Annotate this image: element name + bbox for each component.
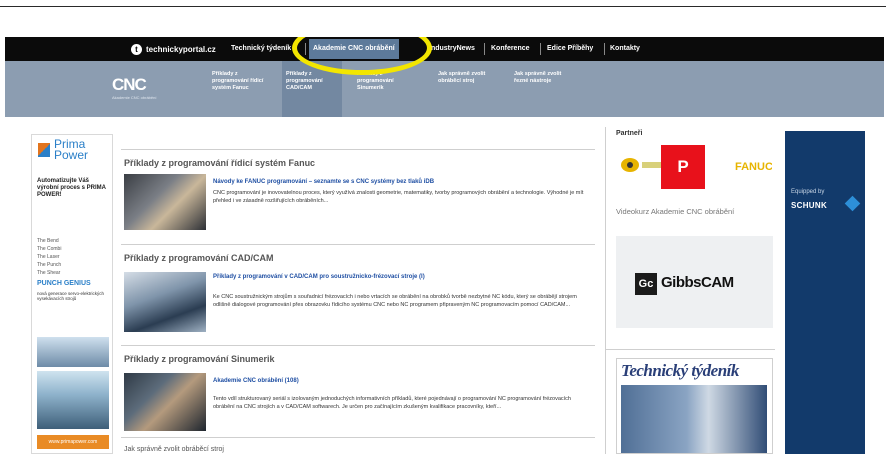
nav-industrynews[interactable]: IndustryNews bbox=[429, 42, 475, 56]
partner-logo-text: FANUC bbox=[735, 161, 772, 173]
ad-product-list: The Bend The Combi The Laser The Punch T… bbox=[37, 237, 61, 277]
nav-technicky-tydenik[interactable]: Technický týdeník bbox=[231, 42, 291, 56]
ad-factory-photo bbox=[37, 371, 109, 429]
subnav-fanuc[interactable]: Příklady z programování řídicí systém Fa… bbox=[212, 71, 272, 92]
portal-logo-icon: t bbox=[131, 43, 142, 55]
portal-brand-link[interactable]: t technickyportal.cz bbox=[131, 42, 216, 56]
technicky-tydenik-title: Technický týdeník bbox=[621, 361, 739, 380]
nav-separator bbox=[540, 43, 541, 55]
prima-power-ad[interactable]: Prima Power Automatizujte Váš výrobní pr… bbox=[31, 134, 113, 454]
nav-kontakty[interactable]: Kontakty bbox=[610, 42, 640, 56]
sidebar-divider bbox=[605, 127, 606, 454]
gibbscam-banner[interactable]: Gc GibbsCAM bbox=[616, 236, 773, 328]
ad-product: The Combi bbox=[37, 246, 62, 252]
ad-punch-title: PUNCH GENIUS bbox=[37, 280, 91, 287]
ad-punch-subtitle: nová generace servo-elektrických vysekáv… bbox=[37, 291, 105, 301]
article-title-link[interactable]: Návody ke FANUC programování – seznamte … bbox=[213, 179, 434, 185]
section-divider bbox=[121, 149, 595, 150]
ad-product: The Shear bbox=[37, 270, 61, 276]
schunk-ad[interactable]: Equipped by SCHUNK bbox=[785, 131, 865, 454]
sub-navigation-bar: CNC Akademie CNC obrábění Příklady z pro… bbox=[5, 61, 884, 117]
prima-power-logo-icon bbox=[38, 143, 50, 157]
p-badge-icon: P bbox=[661, 145, 705, 189]
partners-label: Partneři bbox=[616, 130, 643, 137]
schunk-brand: SCHUNK bbox=[791, 201, 828, 210]
ad-website-link[interactable]: www.primapower.com bbox=[37, 435, 109, 449]
gibbscam-logo-text: GibbsCAM bbox=[661, 274, 734, 291]
article-title-link[interactable]: Akademie CNC obrábění (108) bbox=[213, 378, 299, 384]
article-thumbnail[interactable] bbox=[124, 373, 206, 431]
cnc-logo-subtitle: Akademie CNC obrábění bbox=[112, 95, 157, 100]
section-title[interactable]: Příklady z programování Sinumerik bbox=[124, 354, 275, 364]
section-divider bbox=[121, 345, 595, 346]
article-thumbnail[interactable] bbox=[124, 174, 206, 230]
article-title-link[interactable]: Příklady z programování v CAD/CAM pro so… bbox=[213, 274, 425, 280]
portal-brand-label: technickyportal.cz bbox=[146, 44, 216, 54]
technicky-tydenik-banner[interactable]: Technický týdeník bbox=[616, 358, 773, 454]
nav-konference[interactable]: Konference bbox=[491, 42, 530, 56]
section-title[interactable]: Jak správně zvolit obráběcí stroj bbox=[124, 446, 224, 453]
ad-product: The Laser bbox=[37, 254, 60, 260]
ad-machine-image bbox=[37, 337, 109, 367]
nav-edice-pribehy[interactable]: Edice Příběhy bbox=[547, 42, 593, 56]
sidebar-divider bbox=[605, 349, 775, 350]
subnav-obrabeci-stroj[interactable]: Jak správně zvolit obráběcí stroj bbox=[438, 71, 498, 85]
cnc-logo[interactable]: CNC bbox=[112, 75, 147, 95]
video-course-title[interactable]: Videokurz Akademie CNC obrábění bbox=[616, 207, 766, 217]
magazine-cover-image bbox=[621, 385, 767, 453]
section-divider bbox=[121, 437, 595, 438]
nav-separator bbox=[604, 43, 605, 55]
article-excerpt: Tento vdíl strukturovaný seriál s izolov… bbox=[213, 396, 571, 410]
section-divider bbox=[121, 244, 595, 245]
section-title[interactable]: Příklady z programování řídicí systém Fa… bbox=[124, 158, 315, 168]
subnav-rezne-nastroje[interactable]: Jak správně zvolit řezné nástroje bbox=[514, 71, 574, 85]
article-thumbnail[interactable] bbox=[124, 272, 206, 332]
webpage-screenshot: t technickyportal.cz Technický týdeník A… bbox=[5, 37, 884, 454]
schunk-tagline: Equipped by bbox=[791, 189, 825, 195]
article-excerpt: Ke CNC soustružnickým strojům s souřadni… bbox=[213, 294, 577, 308]
prima-logo-line2: Power bbox=[54, 148, 89, 162]
schunk-logo-icon bbox=[844, 195, 861, 212]
ad-product: The Bend bbox=[37, 238, 59, 244]
ad-headline: Automatizujte Váš výrobní proces s PRIMA… bbox=[37, 178, 106, 198]
top-divider bbox=[0, 6, 886, 7]
section-title[interactable]: Příklady z programování CAD/CAM bbox=[124, 253, 274, 263]
prima-power-logo: Prima Power bbox=[54, 138, 89, 162]
nav-separator bbox=[484, 43, 485, 55]
top-navigation-bar: t technickyportal.cz Technický týdeník A… bbox=[5, 37, 884, 61]
gibbscam-logo-icon: Gc bbox=[635, 273, 657, 295]
ad-product: The Punch bbox=[37, 262, 62, 268]
article-excerpt: CNC programování je inovovatelnou proces… bbox=[213, 190, 584, 204]
